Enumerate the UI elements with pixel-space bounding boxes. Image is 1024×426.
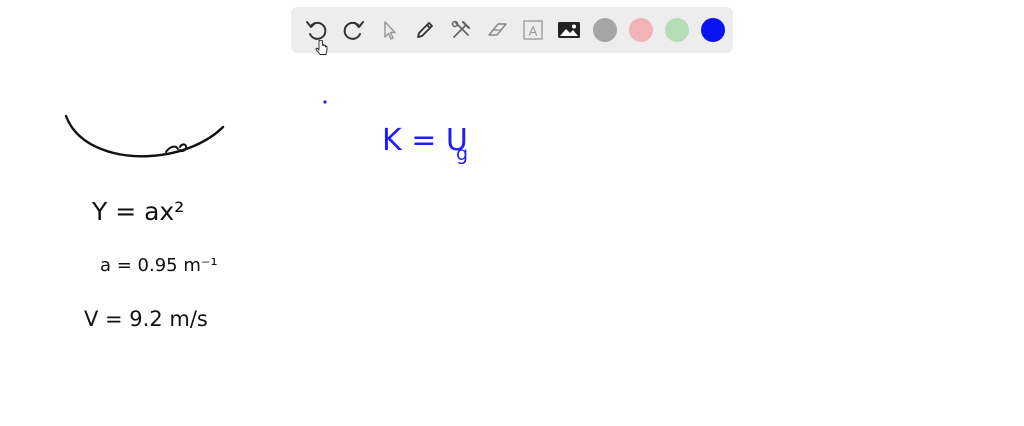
equation-k: K = U — [382, 123, 468, 158]
parabola-curve — [64, 114, 225, 158]
equation-k-subscript: g — [456, 143, 468, 165]
equation-a: a = 0.95 m⁻¹ — [100, 255, 218, 276]
equation-y: Y = ax² — [91, 197, 184, 226]
whiteboard-canvas[interactable]: A Y = ax² a = 0.95 m⁻¹ V = 9.2 m/s K = U… — [0, 0, 1024, 426]
ink-dot — [323, 100, 327, 104]
equation-v: V = 9.2 m/s — [84, 307, 208, 331]
whiteboard-drawing: Y = ax² a = 0.95 m⁻¹ V = 9.2 m/s K = U g — [64, 100, 468, 331]
